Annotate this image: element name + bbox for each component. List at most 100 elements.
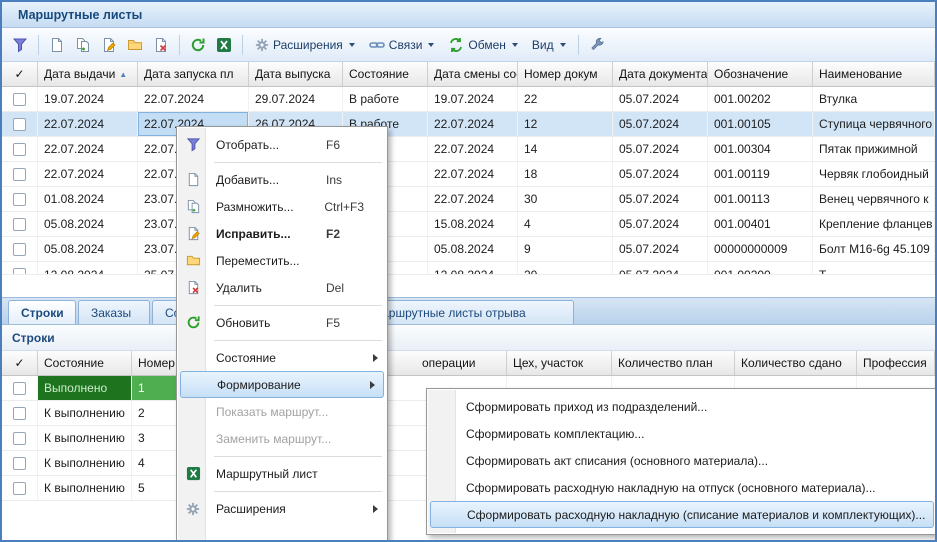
checkbox[interactable] (13, 432, 26, 445)
table-row[interactable]: 01.08.2024 23.07.2024 22.07.2024 30 05.0… (2, 187, 935, 212)
select-all-column-header[interactable]: ✓ (2, 351, 38, 375)
column-header-date-issued[interactable]: Дата выдачи▲ (38, 62, 138, 86)
menu-item-label: Удалить (216, 281, 262, 295)
row-select-cell[interactable] (2, 262, 38, 275)
table-row-selected[interactable]: 22.07.2024 22.07.2024 26.07.2024 В работ… (2, 112, 935, 137)
tab-route-sheets-otryva[interactable]: Маршрутные листы отрыва (359, 300, 574, 324)
checkbox[interactable] (13, 93, 26, 106)
column-header-qty-done[interactable]: Количество сдано (735, 351, 857, 375)
row-select-cell[interactable] (2, 137, 38, 161)
table-row[interactable]: 05.08.2024 23.07.2024 05.08.2024 9 05.07… (2, 237, 935, 262)
checkbox[interactable] (13, 243, 26, 256)
table-row-clipped[interactable]: 12.08.2024 25.07.2024 12.08.2024 20 05.0… (2, 262, 935, 275)
links-chain-icon (369, 37, 385, 53)
chevron-down-icon (512, 43, 518, 47)
menu-item-refresh[interactable]: Обновить F5 (178, 309, 386, 336)
menu-item-state[interactable]: Состояние (178, 344, 386, 371)
row-select-cell[interactable] (2, 426, 38, 450)
add-document-button[interactable] (44, 32, 70, 58)
submenu-item-receipt-from-departments[interactable]: Сформировать приход из подразделений... (428, 393, 936, 420)
checkbox[interactable] (13, 482, 26, 495)
grid-cell: 05.07.2024 (613, 212, 708, 236)
submenu-arrow-icon (373, 505, 378, 513)
wrench-icon (589, 37, 605, 53)
refresh-icon (184, 315, 202, 331)
edit-document-button[interactable] (96, 32, 122, 58)
table-row[interactable]: 05.08.2024 23.07.2024 15.08.2024 4 05.07… (2, 212, 935, 237)
row-select-cell[interactable] (2, 401, 38, 425)
menu-item-route-sheet[interactable]: Маршрутный лист (178, 460, 386, 487)
grid-cell: Втулка (813, 87, 935, 111)
submenu-item-picking[interactable]: Сформировать комплектацию... (428, 420, 936, 447)
row-select-cell[interactable] (2, 476, 38, 500)
status-cell: К выполнению (38, 451, 132, 475)
grid-cell: 001.00202 (708, 87, 813, 111)
column-header-state-change-date[interactable]: Дата смены сос (428, 62, 518, 86)
row-select-cell[interactable] (2, 212, 38, 236)
extensions-menu-button[interactable]: Расширения (248, 32, 362, 58)
row-select-cell[interactable] (2, 112, 38, 136)
row-select-cell[interactable] (2, 162, 38, 186)
checkbox[interactable] (13, 143, 26, 156)
table-row[interactable]: 22.07.2024 22.07.2024 22.07.2024 14 05.0… (2, 137, 935, 162)
checkbox[interactable] (13, 168, 26, 181)
row-select-cell[interactable] (2, 187, 38, 211)
duplicate-document-button[interactable] (70, 32, 96, 58)
checkbox[interactable] (13, 407, 26, 420)
links-label: Связи (389, 38, 423, 52)
menu-item-delete[interactable]: Удалить Del (178, 274, 386, 301)
table-row[interactable]: 19.07.2024 22.07.2024 29.07.2024 В работ… (2, 87, 935, 112)
context-menu: Отобрать... F6 Добавить... Ins Размножит… (176, 126, 388, 542)
menu-item-duplicate[interactable]: Размножить... Ctrl+F3 (178, 193, 386, 220)
tab-zakazy[interactable]: Заказы (78, 300, 150, 324)
excel-icon (184, 466, 202, 482)
excel-report-button[interactable] (211, 32, 237, 58)
submenu-item-expense-invoice-writeoff[interactable]: Сформировать расходную накладную (списан… (430, 501, 934, 528)
links-menu-button[interactable]: Связи (362, 32, 442, 58)
checkbox[interactable] (13, 382, 26, 395)
row-select-cell[interactable] (2, 376, 38, 400)
refresh-button[interactable] (185, 32, 211, 58)
submenu-item-expense-invoice-release[interactable]: Сформировать расходную накладную на отпу… (428, 474, 936, 501)
column-header-name[interactable]: Наименование (813, 62, 935, 86)
delete-button[interactable] (148, 32, 174, 58)
row-select-cell[interactable] (2, 451, 38, 475)
menu-item-extensions[interactable]: Расширения (178, 495, 386, 522)
submenu-item-writeoff-act[interactable]: Сформировать акт списания (основного мат… (428, 447, 936, 474)
column-header-profession[interactable]: Профессия (857, 351, 935, 375)
select-all-column-header[interactable]: ✓ (2, 62, 38, 86)
settings-wrench-button[interactable] (584, 32, 610, 58)
menu-item-label: Размножить... (216, 200, 294, 214)
menu-item-move[interactable]: Переместить... (178, 247, 386, 274)
menu-shortcut: Ins (318, 173, 364, 187)
column-header-qty-plan[interactable]: Количество план (612, 351, 735, 375)
view-menu-button[interactable]: Вид (525, 32, 573, 58)
column-header-release-date[interactable]: Дата выпуска (249, 62, 343, 86)
menu-item-edit[interactable]: Исправить... F2 (178, 220, 386, 247)
checkbox[interactable] (13, 457, 26, 470)
column-header-state[interactable]: Состояние (38, 351, 132, 375)
grid-cell: 001.00200 (708, 262, 813, 275)
checkbox[interactable] (13, 218, 26, 231)
menu-item-filter[interactable]: Отобрать... F6 (178, 131, 386, 158)
menu-item-add[interactable]: Добавить... Ins (178, 166, 386, 193)
checkbox[interactable] (13, 268, 26, 275)
checkbox[interactable] (13, 193, 26, 206)
checkbox[interactable] (13, 118, 26, 131)
column-header-designation[interactable]: Обозначение (708, 62, 813, 86)
column-header-doc-number[interactable]: Номер докум (518, 62, 613, 86)
row-select-cell[interactable] (2, 87, 38, 111)
exchange-menu-button[interactable]: Обмен (441, 32, 525, 58)
menu-item-label: Расширения (216, 502, 286, 516)
table-row[interactable]: 22.07.2024 22.07.2024 22.07.2024 18 05.0… (2, 162, 935, 187)
menu-item-formation[interactable]: Формирование (180, 371, 384, 398)
column-header-workshop[interactable]: Цех, участок (507, 351, 612, 375)
row-select-cell[interactable] (2, 237, 38, 261)
filter-button[interactable] (7, 32, 33, 58)
column-header-state[interactable]: Состояние (343, 62, 428, 86)
column-header-launch-date[interactable]: Дата запуска пл (138, 62, 249, 86)
move-button[interactable] (122, 32, 148, 58)
column-header-doc-date[interactable]: Дата документа (613, 62, 708, 86)
tab-stroki[interactable]: Строки (8, 300, 76, 324)
page-title: Маршрутные листы (18, 8, 142, 22)
